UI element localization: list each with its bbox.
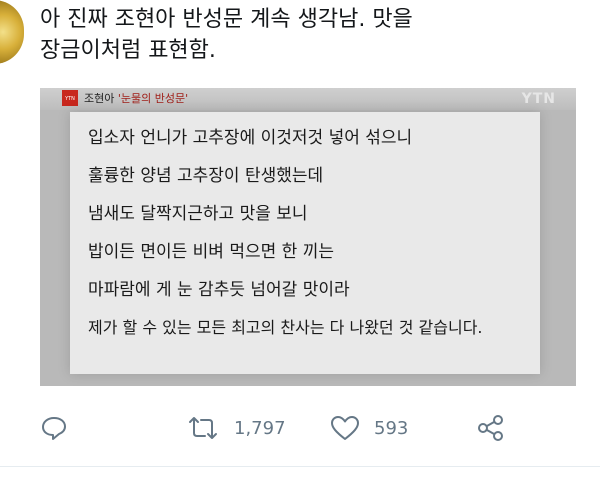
- letter-line-3: 냄새도 달짝지근하고 맛을 보니: [88, 204, 308, 224]
- caption-name: 조현아: [84, 92, 115, 105]
- tweet-actions: 1,797 593: [0, 408, 600, 448]
- news-logo: YTN: [62, 90, 78, 106]
- share-icon: [478, 415, 503, 441]
- like-button[interactable]: 593: [330, 408, 408, 448]
- letter-line-2: 훌륭한 양념 고추장이 탄생했는데: [88, 166, 324, 186]
- letter-line-5: 마파람에 게 눈 감추듯 넘어갈 맛이라: [88, 280, 350, 300]
- tweet-media-image[interactable]: YTN 조현아 '눈물의 반성문' YTN 입소자 언니가 고추장에 이것저것 …: [40, 88, 576, 386]
- tweet-divider: [0, 466, 600, 467]
- retweet-button[interactable]: 1,797: [186, 408, 286, 448]
- avatar[interactable]: [0, 0, 24, 64]
- tweet-text-line-1: 아 진짜 조현아 반성문 계속 생각남. 맛을: [40, 7, 413, 32]
- heart-icon: [331, 416, 359, 440]
- retweet-icon: [189, 417, 217, 439]
- news-caption-bar: YTN 조현아 '눈물의 반성문' YTN: [40, 88, 576, 110]
- letter-line-4: 밥이든 면이든 비벼 먹으면 한 끼는: [88, 242, 334, 262]
- reply-button[interactable]: [40, 408, 68, 448]
- letter-line-6: 제가 할 수 있는 모든 최고의 찬사는 다 나왔던 것 같습니다.: [88, 318, 483, 337]
- tweet-text-line-2: 장금이처럼 표현함.: [40, 38, 216, 63]
- ytn-watermark: YTN: [521, 91, 556, 107]
- news-caption: 조현아 '눈물의 반성문': [84, 89, 188, 109]
- letter-line-1: 입소자 언니가 고추장에 이것저것 넣어 섞으니: [88, 128, 413, 148]
- speech-bubble-icon: [42, 417, 66, 440]
- like-count: 593: [374, 417, 409, 439]
- caption-quote: '눈물의 반성문': [117, 92, 189, 105]
- share-button[interactable]: [476, 408, 506, 448]
- tweet-text: 아 진짜 조현아 반성문 계속 생각남. 맛을 장금이처럼 표현함.: [40, 4, 580, 66]
- retweet-count: 1,797: [234, 417, 286, 439]
- letter-paper: 입소자 언니가 고추장에 이것저것 넣어 섞으니 훌륭한 양념 고추장이 탄생했…: [70, 112, 540, 374]
